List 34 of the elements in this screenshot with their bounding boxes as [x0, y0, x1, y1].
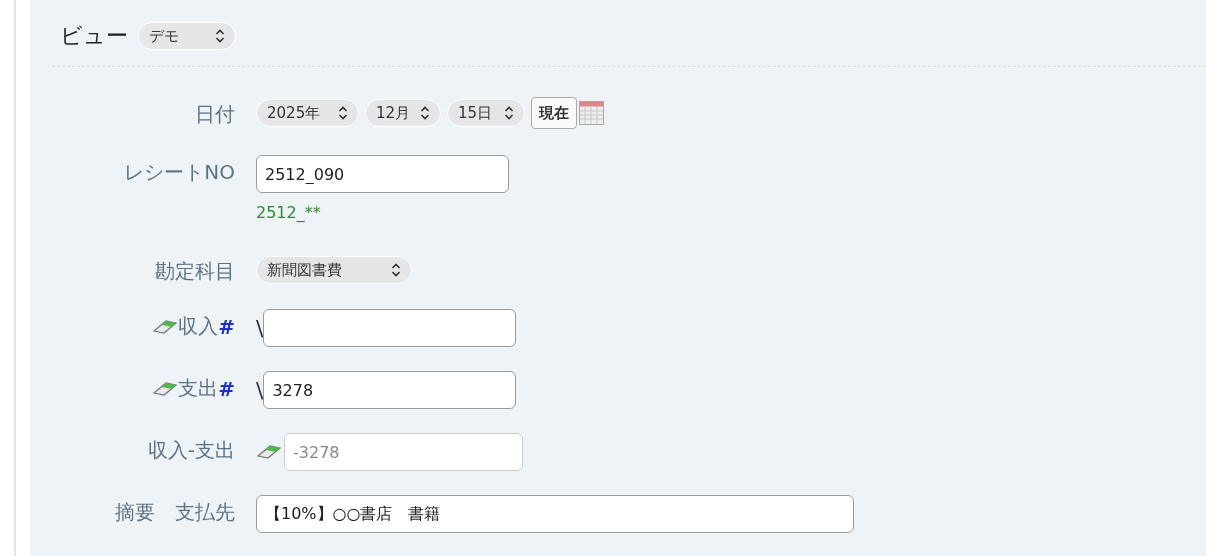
account-select[interactable]: 新聞図書費	[256, 256, 412, 284]
yen-prefix: \	[256, 377, 264, 403]
date-select[interactable]: 2025年	[256, 99, 359, 127]
field-label: 収入-支出	[147, 437, 235, 464]
select-arrows-icon	[420, 106, 430, 120]
input-field[interactable]	[263, 309, 517, 347]
field-label: 収入	[178, 313, 219, 340]
select-arrows-icon	[338, 106, 348, 120]
select-arrows-icon	[215, 29, 225, 43]
select-arrows-icon	[504, 106, 514, 120]
field-label: 支出	[178, 375, 219, 402]
field-label: 勘定科目	[155, 258, 235, 285]
hash-link[interactable]: #	[218, 376, 235, 401]
date-select[interactable]: 12月	[365, 99, 441, 127]
view-label: ビュー	[60, 22, 128, 50]
yen-prefix: \	[256, 315, 264, 341]
view-select[interactable]: デモ	[138, 22, 236, 50]
date-select[interactable]: 15日	[447, 99, 525, 127]
hash-link[interactable]: #	[218, 314, 235, 339]
format-hint: 2512_**	[256, 203, 322, 222]
eraser-icon[interactable]	[152, 380, 179, 397]
eraser-icon[interactable]	[256, 444, 282, 460]
field-label: 日付	[195, 101, 235, 128]
select-arrows-icon	[391, 263, 401, 277]
input-field[interactable]: 【10%】○○書店 書籍	[256, 495, 854, 533]
input-field[interactable]: 2512_090	[256, 155, 509, 193]
field-label: 摘要	[115, 499, 155, 526]
input-field[interactable]: -3278	[284, 433, 523, 471]
eraser-icon[interactable]	[152, 318, 179, 335]
calendar-icon[interactable]	[579, 101, 604, 125]
input-field[interactable]: 3278	[263, 371, 517, 409]
field-label: 支払先	[175, 499, 235, 526]
field-label: レシートNO	[124, 159, 235, 186]
now-button[interactable]: 現在	[531, 97, 577, 129]
